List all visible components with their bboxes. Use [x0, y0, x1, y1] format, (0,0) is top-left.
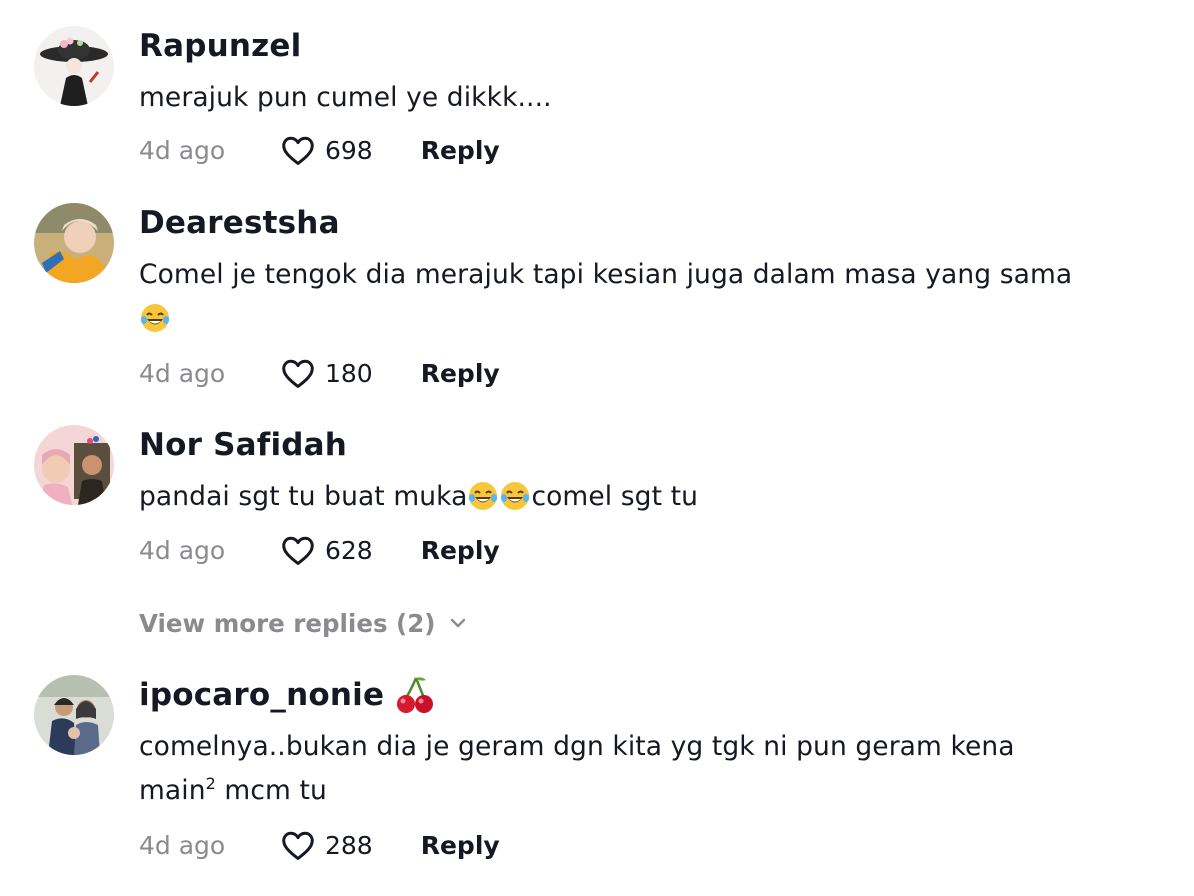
like-button[interactable]: 628 [279, 531, 373, 569]
comment-username[interactable]: ipocaro_nonie [139, 675, 1134, 715]
avatar[interactable] [34, 425, 114, 505]
comment-text-part: main [139, 775, 206, 806]
cherries-icon [394, 674, 436, 716]
comment-actions: 4d ago 288 Reply [139, 825, 500, 865]
comment-username[interactable]: Nor Safidah [139, 425, 1134, 465]
comment-username[interactable]: Dearestsha [139, 203, 1134, 243]
like-count: 180 [325, 358, 373, 388]
like-button[interactable]: 180 [279, 354, 373, 392]
avatar[interactable] [34, 26, 114, 106]
face-with-tears-of-joy-icon [499, 480, 531, 512]
like-button[interactable]: 288 [279, 826, 373, 864]
view-more-replies-button[interactable]: View more replies (2) [139, 603, 468, 643]
chevron-down-icon [450, 618, 465, 628]
like-count: 698 [325, 135, 373, 165]
avatar-image [34, 203, 114, 283]
comment-timestamp: 4d ago [139, 135, 226, 165]
comment-actions: 4d ago 180 Reply [139, 353, 500, 393]
comment-text-part: comel sgt tu [531, 481, 698, 512]
comment-text-content: Comel je tengok dia merajuk tapi kesian … [139, 259, 1073, 290]
like-count: 288 [325, 830, 373, 860]
comment-timestamp: 4d ago [139, 830, 226, 860]
avatar-image [34, 675, 114, 755]
avatar-image [34, 425, 114, 505]
reply-button[interactable]: Reply [421, 136, 500, 165]
comment-text-part: mcm tu [215, 775, 327, 806]
heart-outline-icon [282, 831, 314, 860]
comment-timestamp: 4d ago [139, 358, 226, 388]
avatar[interactable] [34, 203, 114, 283]
superscript: 2 [205, 774, 216, 794]
reply-button[interactable]: Reply [421, 831, 500, 860]
heart-outline-icon [282, 136, 314, 165]
comment-text: pandai sgt tu buat muka comel sgt tu [139, 475, 1134, 519]
comment-timestamp: 4d ago [139, 535, 226, 565]
comment-actions: 4d ago 628 Reply [139, 530, 500, 570]
face-with-tears-of-joy-icon [139, 302, 171, 334]
heart-outline-icon [282, 359, 314, 388]
avatar[interactable] [34, 675, 114, 755]
face-with-tears-of-joy-icon [467, 480, 499, 512]
like-count: 628 [325, 535, 373, 565]
avatar-image [34, 26, 114, 106]
comment-text-line: comelnya..bukan dia je geram dgn kita yg… [139, 731, 1015, 762]
reply-button[interactable]: Reply [421, 536, 500, 565]
view-more-replies-label: View more replies (2) [139, 608, 436, 638]
comment-username[interactable]: Rapunzel [139, 26, 1134, 66]
reply-button[interactable]: Reply [421, 359, 500, 388]
heart-outline-icon [282, 536, 314, 565]
comment-username-text: ipocaro_nonie [139, 677, 385, 713]
comment-text: comelnya..bukan dia je geram dgn kita yg… [139, 725, 1134, 813]
comment-text-part: pandai sgt tu buat muka [139, 481, 468, 512]
comment-text: merajuk pun cumel ye dikkk.... [139, 82, 552, 113]
comment-text: Comel je tengok dia merajuk tapi kesian … [139, 253, 1134, 341]
like-button[interactable]: 698 [279, 131, 373, 169]
comment-actions: 4d ago 698 Reply [139, 130, 500, 170]
